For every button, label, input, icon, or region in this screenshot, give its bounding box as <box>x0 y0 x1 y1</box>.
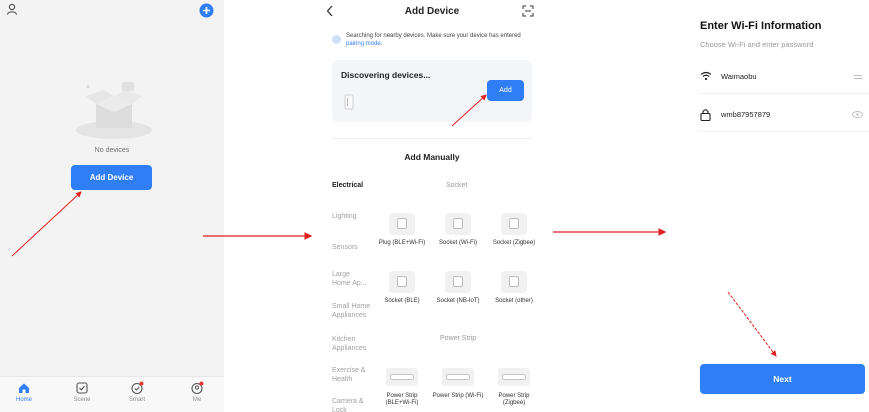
arrow-to-add-button <box>451 94 487 127</box>
arrow-to-next-button <box>727 291 777 357</box>
arrow-to-add-device <box>11 191 82 257</box>
annotation-arrows <box>11 94 777 357</box>
